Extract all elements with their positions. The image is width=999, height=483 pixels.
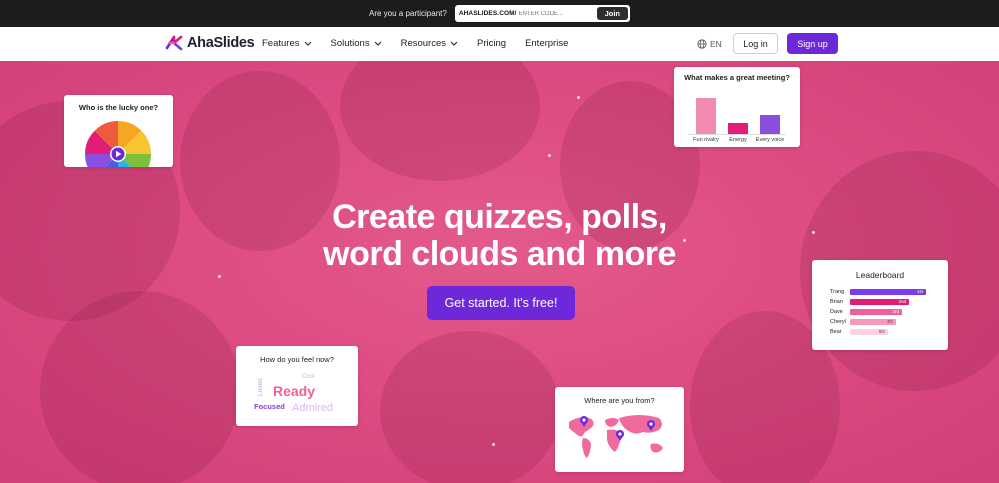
leaderboard-row: Brian 2nd: [830, 299, 909, 305]
leaderboard-rank: 2nd: [898, 299, 906, 304]
language-label: EN: [710, 39, 722, 49]
sparkle: [577, 96, 580, 99]
word-cloud-word: Ready: [273, 383, 316, 399]
chevron-down-icon: [304, 41, 311, 46]
leaderboard-name: Trang: [830, 289, 845, 295]
get-started-button[interactable]: Get started. It's free!: [427, 286, 575, 320]
leaderboard-row: Dave 3rd: [830, 309, 902, 315]
chart-bar-label: Fun rivalry: [693, 137, 719, 143]
login-button[interactable]: Log in: [733, 33, 778, 54]
chart-baseline: [688, 134, 786, 135]
leaderboard-card: Leaderboard Trang 1st Brian 2nd Dave 3rd Chery…: [812, 260, 948, 350]
sparkle: [548, 154, 551, 157]
nav-item-label: Pricing: [477, 38, 507, 49]
logo-text: AhaSlides: [187, 35, 255, 51]
leaderboard-bar: 3rd: [850, 309, 902, 315]
spinner-wheel-card: Who is the lucky one?: [64, 95, 173, 167]
nav-item-enterprise[interactable]: Enterprise: [525, 38, 568, 49]
url-prefix: AHASLIDES.COM/: [458, 10, 517, 17]
logo[interactable]: AhaSlides: [165, 35, 255, 51]
join-button[interactable]: Join: [596, 7, 628, 20]
leaderboard-name: Bear: [830, 329, 842, 335]
globe-icon: [697, 39, 707, 49]
hero-section: Create quizzes, polls, word clouds and m…: [0, 61, 999, 483]
chart-bar: [696, 98, 716, 134]
leaderboard-rank: 4th: [886, 319, 893, 324]
nav-item-label: Features: [262, 38, 300, 49]
crowd-background: [340, 61, 540, 181]
nav-item-resources[interactable]: Resources: [401, 38, 458, 49]
leaderboard-name: Cheryl: [830, 319, 846, 325]
ahaslides-logo-icon: [165, 35, 183, 51]
leaderboard-bar: 2nd: [850, 299, 909, 305]
card-title: Who is the lucky one?: [78, 103, 159, 112]
event-code-input[interactable]: [518, 10, 597, 17]
sparkle: [218, 275, 221, 278]
leaderboard-rank: 1st: [916, 289, 923, 294]
leaderboard-bar: 4th: [850, 319, 896, 325]
main-navbar: AhaSlides Features Solutions Resources P…: [0, 27, 999, 61]
card-title: How do you feel now?: [260, 355, 334, 364]
participant-bar: Are you a participant? AHASLIDES.COM/ Jo…: [0, 0, 999, 27]
leaderboard-name: Brian: [830, 299, 843, 305]
meeting-poll-card: What makes a great meeting? Fun rivalry E…: [674, 67, 800, 147]
chevron-down-icon: [374, 41, 382, 46]
leaderboard-row: Bear 5th: [830, 329, 888, 335]
leaderboard-row: Cheryl 4th: [830, 319, 896, 325]
leaderboard-bar: 5th: [850, 329, 888, 335]
nav-item-solutions[interactable]: Solutions: [331, 38, 382, 49]
leaderboard-name: Dave: [830, 309, 843, 315]
nav-item-features[interactable]: Features: [262, 38, 312, 49]
chevron-down-icon: [450, 41, 458, 46]
hero-headline-line1: Create quizzes, polls,: [332, 198, 667, 236]
nav-item-pricing[interactable]: Pricing: [477, 38, 506, 49]
nav-item-label: Enterprise: [525, 38, 569, 49]
chart-bar: [728, 123, 748, 134]
word-cloud-word: Focused: [254, 402, 285, 411]
signup-button[interactable]: Sign up: [787, 33, 838, 54]
nav-links: Features Solutions Resources Pricing Ent…: [262, 38, 587, 49]
chart-bar: [760, 115, 780, 134]
spinner-wheel-icon: [85, 121, 151, 167]
chart-bar-label: Every voice: [755, 137, 785, 143]
chart-bar-label: Energy: [729, 137, 747, 143]
event-code-box[interactable]: AHASLIDES.COM/ Join: [454, 5, 630, 22]
leaderboard-bar: 1st: [850, 289, 926, 295]
meeting-bar-chart: Fun rivalry Energy Every voice: [674, 67, 800, 147]
word-cloud-card: How do you feel now? Cool Loved Ready Fo…: [236, 346, 358, 426]
leaderboard-rank: 3rd: [892, 309, 899, 314]
nav-item-label: Solutions: [330, 38, 370, 49]
sparkle: [492, 443, 495, 446]
word-cloud-word: Cool: [302, 374, 315, 380]
crowd-background: [40, 291, 240, 483]
world-map-icon: [569, 415, 663, 458]
card-title: Where are you from?: [584, 396, 655, 405]
leaderboard-rank: 5th: [878, 329, 885, 334]
crowd-background: [380, 331, 560, 483]
leaderboard-row: Trang 1st: [830, 289, 926, 295]
participant-question: Are you a participant?: [369, 9, 447, 18]
card-title: Leaderboard: [855, 270, 905, 280]
language-selector[interactable]: EN: [697, 39, 722, 49]
nav-item-label: Resources: [400, 38, 447, 49]
word-cloud-word: Loved: [257, 378, 264, 396]
world-map-card: Where are you from?: [555, 387, 684, 472]
word-cloud-word: Admired: [292, 402, 333, 414]
